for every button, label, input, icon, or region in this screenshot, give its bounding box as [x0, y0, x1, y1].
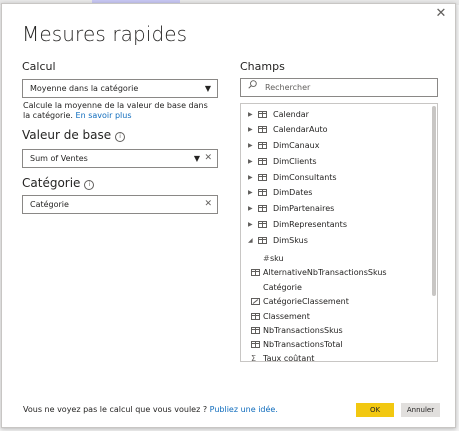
measure-table-icon	[251, 327, 260, 334]
ok-button[interactable]: OK	[356, 403, 394, 417]
calcul-description: Calcule la moyenne de la valeur de base …	[23, 101, 208, 120]
table-icon	[258, 237, 267, 244]
table-icon	[258, 174, 267, 181]
sigma-icon: Σ	[251, 354, 257, 362]
base-value-label: Valeur de base i	[22, 128, 126, 142]
quick-measures-dialog: ✕ Mesures rapides Calcul Moyenne dans la…	[1, 3, 456, 428]
expand-chevron-icon[interactable]: ▶	[248, 201, 253, 216]
category-label: Catégorie i	[22, 176, 95, 190]
fields-tree[interactable]: ▶ Calendar ▶ CalendarAuto ▶ DimCanaux ▶ …	[240, 103, 438, 362]
expand-chevron-icon[interactable]: ▶	[248, 217, 253, 232]
clear-icon[interactable]: ✕	[204, 196, 212, 213]
table-icon	[258, 221, 267, 228]
search-icon	[248, 80, 257, 89]
table-icon	[258, 142, 267, 149]
info-icon[interactable]: i	[115, 132, 126, 142]
table-icon	[258, 126, 267, 133]
footer-text: Vous ne voyez pas le calcul que vous vou…	[23, 405, 278, 414]
table-icon	[258, 189, 267, 196]
expand-chevron-icon[interactable]: ▶	[248, 185, 253, 200]
hash-icon: #	[263, 254, 270, 263]
expand-chevron-icon[interactable]: ▶	[248, 138, 253, 153]
base-value-text: Sum of Ventes	[30, 154, 88, 163]
table-icon	[258, 205, 267, 212]
measure-table-icon	[251, 269, 260, 276]
base-value-field[interactable]: Sum of Ventes ▼ ✕	[22, 149, 218, 168]
dialog-title: Mesures rapides	[22, 22, 188, 46]
calcul-label: Calcul	[22, 60, 56, 73]
table-icon	[258, 111, 267, 118]
calculated-icon	[251, 298, 260, 305]
expand-chevron-icon[interactable]: ▶	[248, 122, 253, 137]
measure-table-icon	[251, 341, 260, 348]
learn-more-link[interactable]: En savoir plus	[76, 111, 132, 120]
dropdown-arrow-icon: ▼	[204, 84, 211, 93]
fields-label: Champs	[240, 60, 285, 73]
expand-chevron-icon[interactable]: ▶	[248, 170, 253, 185]
category-field[interactable]: Catégorie ✕	[22, 195, 218, 214]
collapse-chevron-icon[interactable]: ◢	[248, 233, 253, 248]
scrollbar[interactable]	[432, 106, 436, 296]
expand-chevron-icon[interactable]: ▶	[248, 154, 253, 169]
publish-idea-link[interactable]: Publiez une idée.	[210, 405, 278, 414]
category-text: Catégorie	[30, 200, 69, 209]
expand-chevron-icon[interactable]: ▶	[248, 107, 253, 122]
fields-search-input[interactable]: Rechercher	[240, 78, 438, 97]
close-icon[interactable]: ✕	[434, 7, 448, 21]
cancel-button[interactable]: Annuler	[401, 403, 440, 417]
measure-table-icon	[251, 313, 260, 320]
info-icon[interactable]: i	[84, 180, 95, 190]
calcul-dropdown[interactable]: Moyenne dans la catégorie ▼	[22, 79, 218, 98]
table-icon	[258, 158, 267, 165]
calcul-selected-value: Moyenne dans la catégorie	[30, 84, 139, 93]
clear-icon[interactable]: ✕	[204, 150, 212, 167]
dropdown-arrow-icon[interactable]: ▼	[194, 150, 200, 167]
search-placeholder: Rechercher	[265, 83, 311, 92]
